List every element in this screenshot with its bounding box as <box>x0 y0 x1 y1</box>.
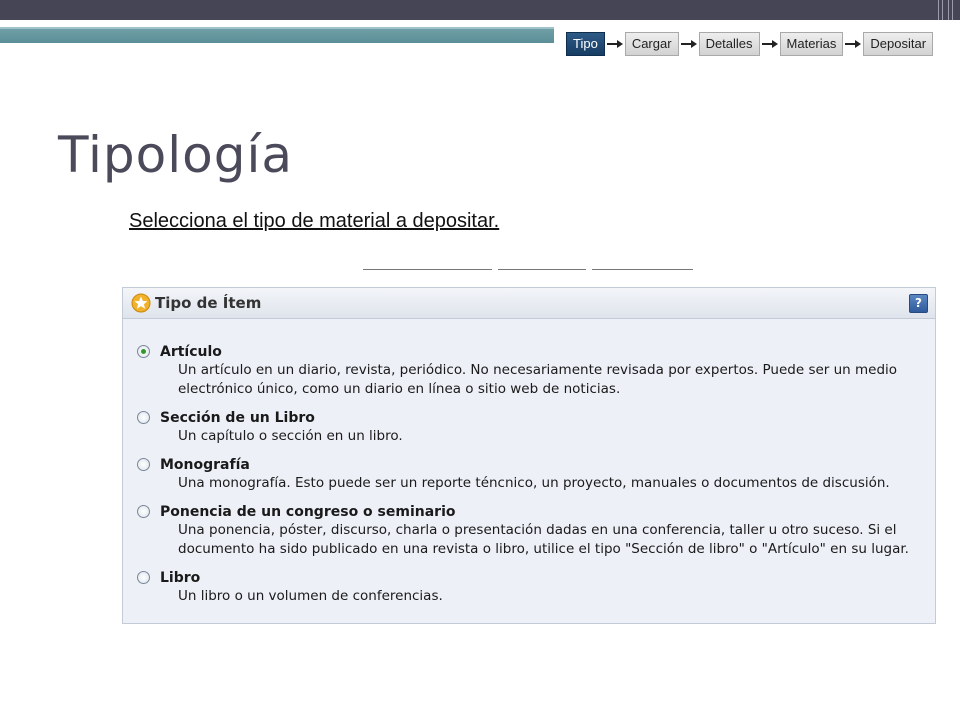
radio-button[interactable] <box>137 345 150 358</box>
arrow-right-icon <box>843 33 863 55</box>
step-detalles[interactable]: Detalles <box>698 32 760 56</box>
option-label[interactable]: Artículo <box>160 343 935 361</box>
instruction-text: Selecciona el tipo de material a deposit… <box>129 210 500 232</box>
option-label[interactable]: Sección de un Libro <box>160 409 935 427</box>
star-icon <box>131 293 151 313</box>
option-description: Una ponencia, póster, discurso, charla o… <box>178 522 909 557</box>
divider <box>363 269 492 270</box>
option-seccion-libro: Sección de un Libro Un capítulo o secció… <box>123 409 935 446</box>
step-materias[interactable]: Materias <box>779 32 844 56</box>
option-description: Un capítulo o sección en un libro. <box>178 428 403 444</box>
panel-header: Tipo de Ítem ? <box>123 288 935 319</box>
radio-button[interactable] <box>137 505 150 518</box>
arrow-right-icon <box>605 33 625 55</box>
option-label[interactable]: Ponencia de un congreso o seminario <box>160 503 935 521</box>
option-label[interactable]: Libro <box>160 569 935 587</box>
option-articulo: Artículo Un artículo en un diario, revis… <box>123 343 935 399</box>
option-monografia: Monografía Una monografía. Esto puede se… <box>123 456 935 493</box>
arrow-right-icon <box>760 33 780 55</box>
top-banner <box>0 0 960 20</box>
option-description: Un artículo en un diario, revista, perió… <box>178 362 898 397</box>
accent-bar <box>0 29 554 43</box>
item-type-options: Artículo Un artículo en un diario, revis… <box>123 319 935 606</box>
radio-button[interactable] <box>137 458 150 471</box>
step-cargar[interactable]: Cargar <box>624 32 679 56</box>
option-ponencia: Ponencia de un congreso o seminario Una … <box>123 503 935 559</box>
step-depositar[interactable]: Depositar <box>863 32 934 56</box>
corner-decoration <box>936 0 956 20</box>
step-tipo[interactable]: Tipo <box>566 32 605 56</box>
radio-button[interactable] <box>137 411 150 424</box>
option-description: Una monografía. Esto puede ser un report… <box>178 475 890 491</box>
item-type-panel: Tipo de Ítem ? Artículo Un artículo en u… <box>122 287 936 624</box>
radio-button[interactable] <box>137 571 150 584</box>
help-icon[interactable]: ? <box>909 294 928 313</box>
option-label[interactable]: Monografía <box>160 456 935 474</box>
option-libro: Libro Un libro o un volumen de conferenc… <box>123 569 935 606</box>
divider <box>498 269 586 270</box>
option-description: Un libro o un volumen de conferencias. <box>178 588 443 604</box>
arrow-right-icon <box>679 33 699 55</box>
page-title: Tipología <box>58 126 293 184</box>
wizard-steps: Tipo Cargar Detalles Materias Depositar <box>566 32 934 56</box>
panel-title: Tipo de Ítem <box>155 294 262 312</box>
divider <box>592 269 693 270</box>
